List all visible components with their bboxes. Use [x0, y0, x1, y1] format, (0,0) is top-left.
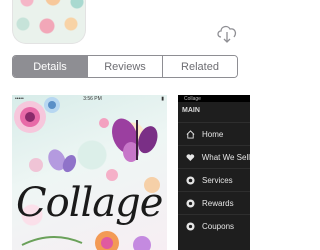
menu-item-rewards[interactable]: Rewards — [178, 191, 250, 214]
app-screenshot-2[interactable]: Collage MAIN Home What We Sell Services … — [178, 95, 250, 250]
home-icon — [186, 129, 195, 139]
tab-reviews[interactable]: Reviews — [87, 56, 162, 77]
tab-related[interactable]: Related — [162, 56, 237, 77]
collage-logo-text: Collage — [16, 180, 163, 226]
menu-item-label: What We Sell — [201, 152, 250, 162]
menu-item-label: Services — [202, 175, 233, 185]
menu-section-header: MAIN — [182, 107, 200, 114]
tab-details[interactable]: Details — [13, 56, 87, 77]
coupons-icon — [186, 221, 195, 231]
menu-item-home[interactable]: Home — [178, 122, 250, 145]
services-icon — [186, 175, 195, 185]
menu-item-coupons[interactable]: Coupons — [178, 214, 250, 237]
rewards-icon — [186, 198, 195, 208]
screenshot-status-bar-2: Collage — [178, 95, 250, 102]
menu-item-label: Coupons — [202, 221, 235, 231]
heart-icon — [186, 153, 195, 161]
menu-item-what-we-sell[interactable]: What We Sell — [178, 145, 250, 168]
cloud-download-icon[interactable] — [216, 24, 238, 44]
menu-item-label: Home — [202, 129, 224, 139]
menu-item-services[interactable]: Services — [178, 168, 250, 191]
menu-item-label: Rewards — [202, 198, 234, 208]
detail-segmented-control: Details Reviews Related — [12, 55, 238, 78]
app-icon — [12, 0, 86, 44]
floral-artwork — [14, 97, 160, 250]
app-screenshot-1[interactable]: ••••• 3:56 PM ▮ Collage — [12, 95, 167, 250]
